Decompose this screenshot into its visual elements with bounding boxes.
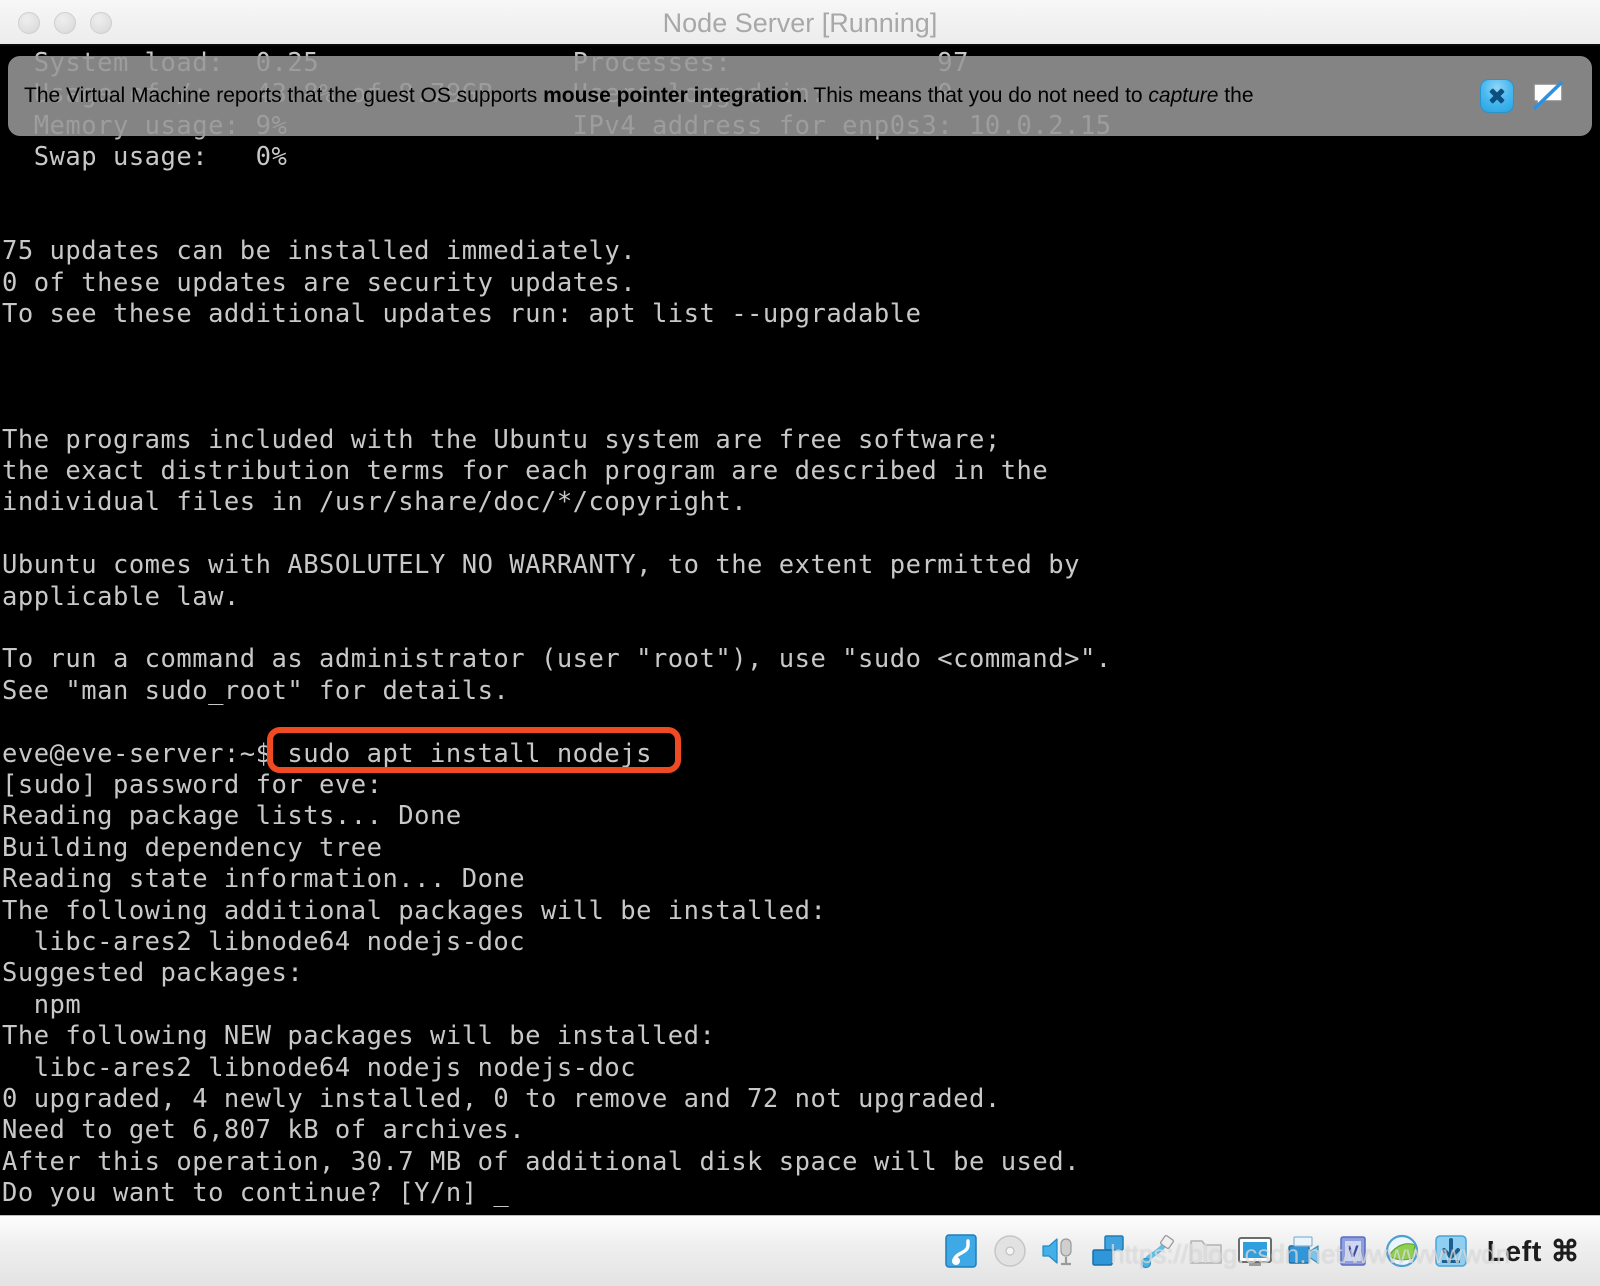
- terminal-line: libc-ares2 libnode64 nodejs-doc: [2, 926, 526, 957]
- hard-disk-icon[interactable]: [942, 1232, 980, 1270]
- terminal-line: To see these additional updates run: apt…: [2, 299, 922, 330]
- notification-actions: [1480, 79, 1592, 113]
- terminal-line: Ubuntu comes with ABSOLUTELY NO WARRANTY…: [2, 550, 1080, 581]
- window-titlebar: Node Server [Running]: [0, 0, 1600, 46]
- audio-icon[interactable]: [1040, 1232, 1078, 1270]
- vm-window: Node Server [Running] System load: 0.25 …: [0, 0, 1600, 1286]
- terminal-line: The following additional packages will b…: [2, 895, 827, 926]
- notification-text-run: The Virtual Machine reports that the gue…: [24, 84, 544, 107]
- host-key-label: Left ⌘: [1486, 1235, 1580, 1268]
- terminal-line: libc-ares2 libnode64 nodejs nodejs-doc: [2, 1052, 637, 1083]
- terminal-line: Swap usage: 0%: [2, 142, 288, 173]
- network-icon[interactable]: [1089, 1232, 1127, 1270]
- keyboard-icon[interactable]: [1432, 1232, 1470, 1270]
- terminal-line: Need to get 6,807 kB of archives.: [2, 1115, 526, 1146]
- usb-icon[interactable]: [1138, 1232, 1176, 1270]
- terminal-line: After this operation, 30.7 MB of additio…: [2, 1146, 1080, 1177]
- terminal-line: 0 upgraded, 4 newly installed, 0 to remo…: [2, 1083, 1001, 1114]
- terminal-line: the exact distribution terms for each pr…: [2, 456, 1049, 487]
- terminal-line: applicable law.: [2, 581, 240, 612]
- notification-text-run: capture: [1148, 84, 1219, 107]
- terminal-line: 0 of these updates are security updates.: [2, 267, 637, 298]
- notification-text-run: the: [1218, 84, 1254, 107]
- svg-text:V: V: [1347, 1242, 1359, 1261]
- terminal-line: eve@eve-server:~$ sudo apt install nodej…: [2, 738, 652, 769]
- disable-notification-icon[interactable]: [1530, 79, 1566, 113]
- notification-text-run: . This means that you do not need to: [802, 84, 1149, 107]
- terminal-line: Do you want to continue? [Y/n] _: [2, 1178, 510, 1209]
- terminal-line: The following NEW packages will be insta…: [2, 1021, 716, 1052]
- terminal-line: Reading state information... Done: [2, 864, 526, 895]
- terminal-line: Reading package lists... Done: [2, 801, 462, 832]
- terminal-line: Suggested packages:: [2, 958, 304, 989]
- terminal-line: individual files in /usr/share/doc/*/cop…: [2, 487, 748, 518]
- terminal-line: See "man sudo_root" for details.: [2, 675, 510, 706]
- terminal-line: 75 updates can be installed immediately.: [2, 236, 637, 267]
- terminal-line: To run a command as administrator (user …: [2, 644, 1112, 675]
- window-title: Node Server [Running]: [662, 8, 938, 38]
- terminal-line: Building dependency tree: [2, 832, 383, 863]
- notification-message: The Virtual Machine reports that the gue…: [8, 83, 1480, 109]
- vm-statusbar: V Left ⌘: [0, 1215, 1600, 1286]
- terminal-output[interactable]: System load: 0.25 Processes: 97 Usage of…: [0, 48, 1600, 1215]
- notification-text-run: mouse pointer integration: [543, 84, 803, 107]
- close-icon[interactable]: [1480, 79, 1514, 113]
- mouse-integration-notification: The Virtual Machine reports that the gue…: [8, 56, 1592, 136]
- shared-folder-icon[interactable]: [1187, 1232, 1225, 1270]
- video-capture-icon[interactable]: [1285, 1232, 1323, 1270]
- virtualization-icon[interactable]: V: [1334, 1232, 1372, 1270]
- terminal-line: [sudo] password for eve:: [2, 769, 383, 800]
- display-icon[interactable]: [1236, 1232, 1274, 1270]
- mouse-icon[interactable]: [1383, 1232, 1421, 1270]
- terminal-line: npm: [2, 989, 82, 1020]
- optical-disk-icon[interactable]: [991, 1232, 1029, 1270]
- terminal-line: The programs included with the Ubuntu sy…: [2, 424, 1001, 455]
